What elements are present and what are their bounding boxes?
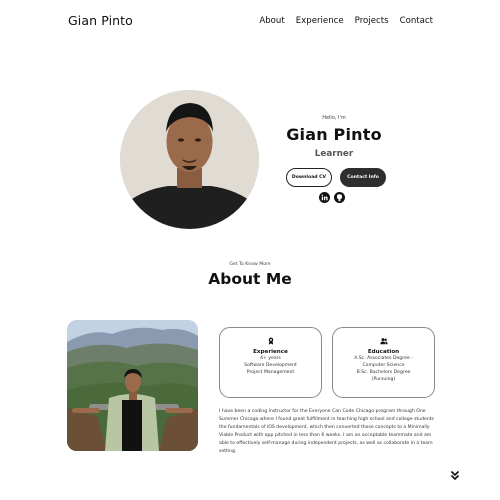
education-line: B.Sc. Bachelors Degree	[356, 370, 411, 375]
experience-line: Software Development	[244, 363, 297, 368]
hero-info: Hello, I'm Gian Pinto Learner	[286, 115, 382, 159]
users-icon	[379, 337, 388, 345]
github-icon[interactable]	[334, 192, 345, 203]
hero-greeting: Hello, I'm	[322, 115, 346, 121]
hero-buttons: Download CV Contact Info	[286, 168, 386, 187]
logo[interactable]: Gian Pinto	[68, 13, 133, 28]
hero-name: Gian Pinto	[286, 125, 382, 144]
experience-line: Project Management	[246, 370, 295, 375]
education-line: (Pursuing)	[371, 377, 396, 382]
education-line: A.Sc. Associates Degree -	[354, 356, 413, 361]
download-cv-button[interactable]: Download CV	[286, 168, 332, 187]
nav-link-contact[interactable]: Contact	[400, 16, 433, 26]
nav-link-projects[interactable]: Projects	[355, 16, 389, 26]
about-subtitle: Get To Know More	[229, 262, 271, 267]
social-links	[319, 192, 345, 203]
chevrons-down-icon[interactable]	[450, 470, 460, 481]
nav-link-experience[interactable]: Experience	[296, 16, 344, 26]
nav-link-about[interactable]: About	[259, 16, 284, 26]
linkedin-icon[interactable]	[319, 192, 330, 203]
profile-photo	[120, 90, 259, 229]
experience-card: Experience 4+ years Software Development…	[219, 327, 322, 398]
education-line: Computer Science	[362, 363, 405, 368]
education-card: Education A.Sc. Associates Degree - Comp…	[332, 327, 435, 398]
contact-info-button[interactable]: Contact Info	[340, 168, 386, 187]
about-title: About Me	[208, 270, 292, 288]
about-photo	[67, 320, 198, 451]
about-paragraph: I have been a coding instructor for the …	[219, 409, 434, 454]
award-icon	[267, 337, 275, 345]
nav-menu: About Experience Projects Contact	[259, 16, 433, 26]
hero-role: Learner	[314, 149, 354, 159]
experience-line: 4+ years	[260, 356, 281, 361]
navbar: Gian Pinto About Experience Projects Con…	[0, 0, 500, 44]
